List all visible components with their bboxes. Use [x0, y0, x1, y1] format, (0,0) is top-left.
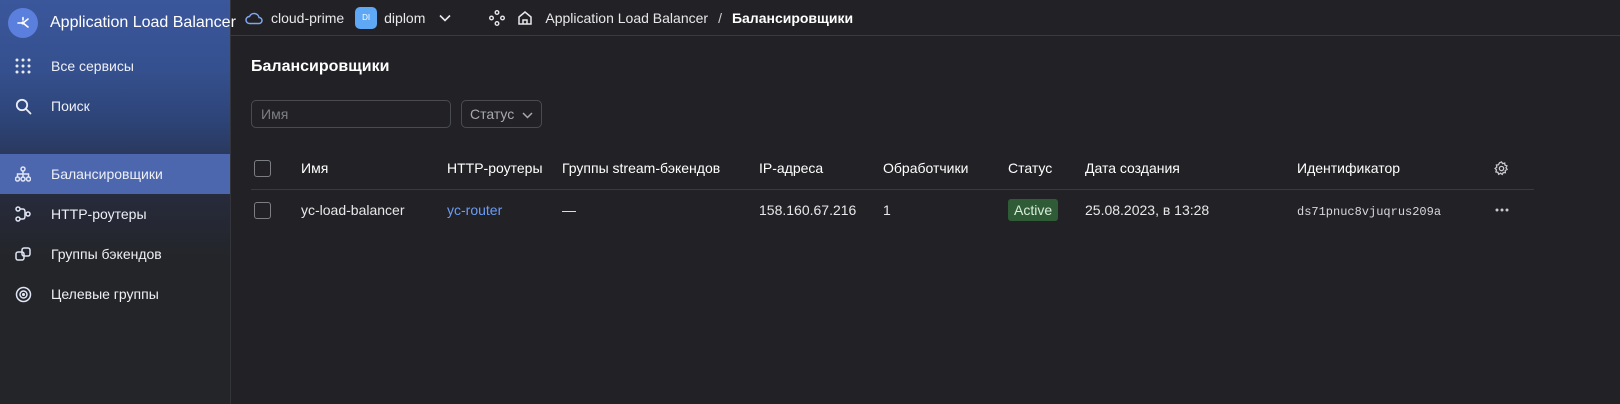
gear-icon[interactable] [1469, 160, 1534, 176]
cloud-icon [245, 11, 263, 25]
target-icon [14, 285, 32, 303]
balancers-table: Имя HTTP-роутеры Группы stream-бэкендов … [251, 148, 1534, 231]
breadcrumb-separator: / [718, 9, 722, 26]
chevron-down-icon[interactable] [439, 14, 451, 22]
column-header-created[interactable]: Дата создания [1085, 148, 1297, 190]
cell-stream-groups: — [562, 202, 576, 219]
services-hub-icon[interactable] [489, 9, 506, 26]
sidebar-item-label: Балансировщики [51, 166, 163, 182]
top-bar: cloud-prime DI diplom Application Load B… [231, 0, 1620, 36]
breadcrumb-service[interactable]: Application Load Balancer [545, 10, 708, 26]
service-title: Application Load Balancer [50, 14, 236, 31]
grid-icon [14, 57, 32, 75]
main-content: cloud-prime DI diplom Application Load B… [231, 0, 1620, 404]
column-header-handlers[interactable]: Обработчики [883, 148, 1008, 190]
sidebar: Application Load Balancer Все сервисы По… [0, 0, 236, 404]
sidebar-item-label: Все сервисы [51, 58, 134, 74]
more-actions-icon[interactable] [1469, 208, 1534, 212]
column-header-ip[interactable]: IP-адреса [759, 148, 883, 190]
table-header-row: Имя HTTP-роутеры Группы stream-бэкендов … [251, 148, 1534, 190]
sidebar-item-http-routers[interactable]: HTTP-роутеры [0, 194, 230, 234]
breadcrumb-current: Балансировщики [731, 9, 854, 26]
folder-name[interactable]: diplom [384, 10, 425, 26]
sidebar-item-label: HTTP-роутеры [51, 206, 147, 222]
cell-ip: 158.160.67.216 [759, 202, 857, 219]
column-header-name[interactable]: Имя [282, 148, 447, 190]
cloud-name: cloud-prime [271, 9, 345, 26]
sidebar-item-target-groups[interactable]: Целевые группы [0, 274, 230, 314]
sidebar-item-label: Группы бэкендов [51, 246, 162, 262]
select-all-checkbox[interactable] [254, 160, 271, 178]
cell-created: 25.08.2023, в 13:28 [1085, 202, 1210, 219]
sidebar-item-label: Целевые группы [51, 286, 159, 302]
status-filter-select[interactable]: Статус [461, 100, 542, 128]
status-badge: Active [1008, 199, 1059, 222]
sidebar-item-balancers[interactable]: Балансировщики [0, 154, 230, 194]
search-icon [14, 97, 32, 115]
page-title: Балансировщики [251, 58, 390, 75]
column-header-stream-groups[interactable]: Группы stream-бэкендов [562, 148, 759, 190]
row-checkbox[interactable] [254, 202, 271, 220]
column-header-status[interactable]: Статус [1008, 148, 1085, 190]
cell-id: ds71pnuc8vjuqrus209a [1297, 204, 1442, 219]
alb-logo-icon [8, 8, 38, 38]
chevron-down-icon [522, 106, 533, 122]
home-icon[interactable] [517, 10, 533, 26]
sidebar-item-label: Поиск [51, 98, 90, 114]
cell-name[interactable]: yc-load-balancer [282, 189, 447, 231]
folder-badge: DI [355, 6, 378, 29]
balancer-icon [14, 165, 32, 183]
cloud-selector[interactable]: cloud-prime [245, 10, 344, 26]
sidebar-item-all-services[interactable]: Все сервисы [0, 46, 230, 86]
sidebar-item-search[interactable]: Поиск [0, 86, 230, 126]
table-row[interactable]: yc-load-balancer yc-router — 158.160.67.… [251, 189, 1534, 231]
filters-bar: Статус [251, 100, 542, 128]
app-root: Application Load Balancer Все сервисы По… [0, 0, 1620, 404]
column-header-id[interactable]: Идентификатор [1297, 148, 1469, 190]
router-icon [14, 205, 32, 223]
sidebar-header[interactable]: Application Load Balancer [0, 0, 236, 46]
backend-groups-icon [14, 245, 32, 263]
status-filter-label: Статус [470, 106, 515, 122]
sidebar-item-backend-groups[interactable]: Группы бэкендов [0, 234, 230, 274]
cell-http-router-link[interactable]: yc-router [447, 202, 502, 218]
name-filter-input[interactable] [251, 100, 451, 128]
column-header-http-routers[interactable]: HTTP-роутеры [447, 148, 562, 190]
cell-handlers: 1 [883, 202, 891, 219]
